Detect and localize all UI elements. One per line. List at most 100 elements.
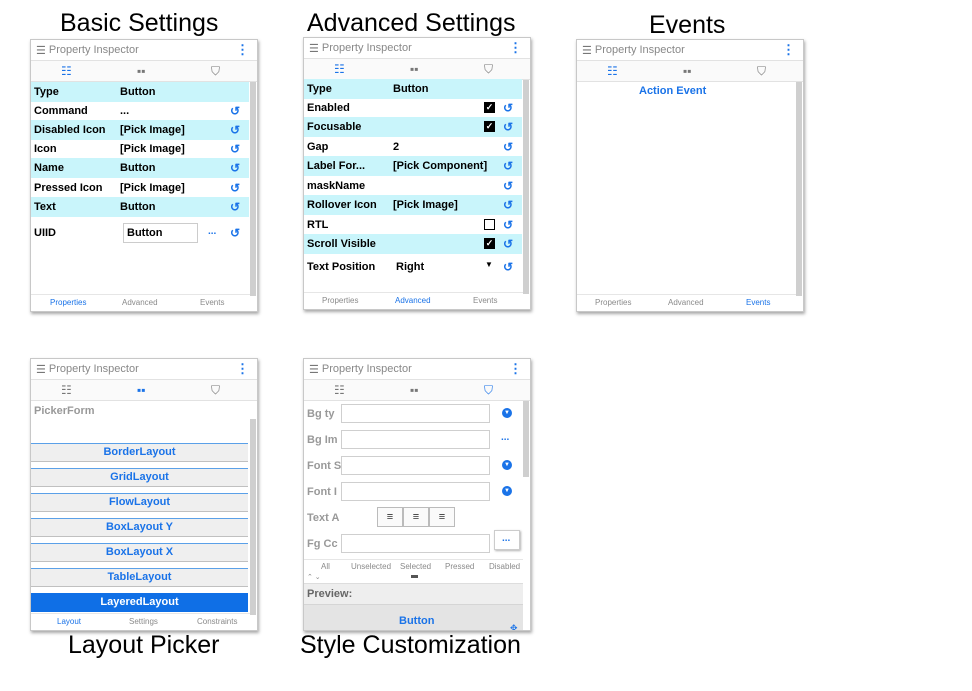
- layout-border-button[interactable]: BorderLayout: [31, 443, 248, 462]
- fg-color-field[interactable]: [341, 534, 490, 553]
- reset-history-icon[interactable]: ↺: [230, 181, 240, 195]
- paint-bucket-icon[interactable]: ⛉: [484, 62, 493, 76]
- chevron-down-icon[interactable]: ▼: [502, 486, 512, 496]
- grid-view-icon[interactable]: ▪▪: [683, 64, 692, 78]
- list-view-icon[interactable]: ☷: [334, 62, 345, 76]
- tab-properties[interactable]: Properties: [50, 298, 86, 307]
- layout-grid-button[interactable]: GridLayout: [31, 468, 248, 487]
- reset-history-icon[interactable]: ↺: [230, 142, 240, 156]
- reset-history-icon[interactable]: ↺: [503, 260, 513, 274]
- layout-table-button[interactable]: TableLayout: [31, 568, 248, 587]
- grid-view-icon[interactable]: ▪▪: [410, 383, 419, 397]
- layout-box-x-button[interactable]: BoxLayout X: [31, 543, 248, 562]
- move-handle-icon[interactable]: ✥: [510, 623, 518, 630]
- tab-layout[interactable]: Layout: [57, 617, 81, 626]
- text-position-select[interactable]: Right: [396, 261, 424, 273]
- scrollbar[interactable]: [250, 82, 256, 296]
- layout-layered-button[interactable]: LayeredLayout: [31, 593, 248, 612]
- tab-constraints[interactable]: Constraints: [197, 617, 237, 626]
- property-row-scroll-visible[interactable]: Scroll Visible ✓ ↺: [304, 234, 522, 254]
- scroll-visible-checkbox[interactable]: ✓: [484, 238, 495, 249]
- reset-history-icon[interactable]: ↺: [503, 140, 513, 154]
- tab-events[interactable]: Events: [473, 296, 497, 305]
- list-view-icon[interactable]: ☷: [61, 64, 72, 78]
- grid-view-icon[interactable]: ▪▪: [137, 64, 146, 78]
- property-row-disabled-icon[interactable]: Disabled Icon [Pick Image] ↺: [31, 120, 249, 140]
- paint-bucket-icon[interactable]: ⛉: [484, 383, 493, 397]
- property-row-pressed-icon[interactable]: Pressed Icon [Pick Image] ↺: [31, 178, 249, 198]
- property-row-focusable[interactable]: Focusable ✓ ↺: [304, 117, 522, 137]
- reset-history-icon[interactable]: ↺: [503, 218, 513, 232]
- reset-history-icon[interactable]: ↺: [503, 237, 513, 251]
- property-row-name[interactable]: Name Button ↺: [31, 158, 249, 178]
- property-row-rtl[interactable]: RTL ↺: [304, 215, 522, 235]
- state-disabled[interactable]: Disabled: [489, 562, 520, 571]
- font-size-field[interactable]: [341, 456, 490, 475]
- more-menu-icon[interactable]: ⋮: [236, 361, 249, 377]
- tab-events[interactable]: Events: [746, 298, 770, 307]
- bg-type-field[interactable]: [341, 404, 490, 423]
- reset-history-icon[interactable]: ↺: [230, 200, 240, 214]
- more-menu-icon[interactable]: ⋮: [782, 42, 795, 58]
- chevron-down-icon[interactable]: ▼: [502, 460, 512, 470]
- reset-history-icon[interactable]: ↺: [503, 198, 513, 212]
- tab-advanced[interactable]: Advanced: [395, 296, 431, 305]
- more-menu-icon[interactable]: ⋮: [509, 40, 522, 56]
- preview-button[interactable]: Button: [399, 615, 434, 627]
- reset-history-icon[interactable]: ↺: [503, 159, 513, 173]
- tab-advanced[interactable]: Advanced: [122, 298, 158, 307]
- chevron-up-down-icon[interactable]: ⌃ ⌄: [307, 573, 321, 581]
- tab-properties[interactable]: Properties: [595, 298, 631, 307]
- tab-settings[interactable]: Settings: [129, 617, 158, 626]
- align-left-icon[interactable]: ≡: [377, 507, 403, 527]
- paint-bucket-icon[interactable]: ⛉: [211, 64, 220, 78]
- reset-history-icon[interactable]: ↺: [230, 161, 240, 175]
- chevron-down-icon[interactable]: ▼: [502, 408, 512, 418]
- tab-properties[interactable]: Properties: [322, 296, 358, 305]
- reset-history-icon[interactable]: ↺: [230, 226, 240, 240]
- paint-bucket-icon[interactable]: ⛉: [757, 64, 766, 78]
- paint-bucket-icon[interactable]: ⛉: [211, 383, 220, 397]
- property-row-type[interactable]: Type Button: [304, 79, 522, 99]
- property-row-enabled[interactable]: Enabled ✓ ↺: [304, 98, 522, 118]
- reset-history-icon[interactable]: ↺: [230, 123, 240, 137]
- state-pressed[interactable]: Pressed: [445, 562, 474, 571]
- bg-image-field[interactable]: [341, 430, 490, 449]
- reset-history-icon[interactable]: ↺: [230, 104, 240, 118]
- chevron-down-icon[interactable]: ▼: [485, 260, 493, 269]
- uiid-more-button[interactable]: ...: [208, 226, 216, 237]
- property-row-label-for[interactable]: Label For... [Pick Component] ↺: [304, 156, 522, 176]
- reset-history-icon[interactable]: ↺: [503, 101, 513, 115]
- reset-history-icon[interactable]: ↺: [503, 120, 513, 134]
- align-center-icon[interactable]: ≡: [403, 507, 429, 527]
- font-field[interactable]: [341, 482, 490, 501]
- bg-image-more-button[interactable]: ...: [501, 432, 509, 443]
- property-row-rollover-icon[interactable]: Rollover Icon [Pick Image] ↺: [304, 195, 522, 215]
- grid-view-icon[interactable]: ▪▪: [410, 62, 419, 76]
- property-row-maskname[interactable]: maskName ↺: [304, 176, 522, 196]
- tab-events[interactable]: Events: [200, 298, 224, 307]
- scrollbar[interactable]: [796, 82, 802, 296]
- scrollbar[interactable]: [250, 419, 256, 615]
- layout-box-y-button[interactable]: BoxLayout Y: [31, 518, 248, 537]
- enabled-checkbox[interactable]: ✓: [484, 102, 495, 113]
- list-view-icon[interactable]: ☷: [334, 383, 345, 397]
- reset-history-icon[interactable]: ↺: [503, 179, 513, 193]
- more-menu-icon[interactable]: ⋮: [509, 361, 522, 377]
- property-row-text[interactable]: Text Button ↺: [31, 197, 249, 217]
- grid-view-icon[interactable]: ▪▪: [137, 383, 146, 397]
- layout-flow-button[interactable]: FlowLayout: [31, 493, 248, 512]
- uiid-input[interactable]: Button: [123, 223, 198, 243]
- property-row-type[interactable]: Type Button: [31, 82, 249, 102]
- scrollbar[interactable]: [523, 401, 529, 477]
- align-right-icon[interactable]: ≡: [429, 507, 455, 527]
- fg-color-more-button[interactable]: ...: [494, 530, 520, 550]
- tab-advanced[interactable]: Advanced: [668, 298, 704, 307]
- list-view-icon[interactable]: ☷: [61, 383, 72, 397]
- more-menu-icon[interactable]: ⋮: [236, 42, 249, 58]
- scrollbar[interactable]: [523, 80, 529, 294]
- property-row-gap[interactable]: Gap 2 ↺: [304, 137, 522, 157]
- property-row-icon[interactable]: Icon [Pick Image] ↺: [31, 139, 249, 159]
- state-unselected[interactable]: Unselected: [351, 562, 391, 571]
- list-view-icon[interactable]: ☷: [607, 64, 618, 78]
